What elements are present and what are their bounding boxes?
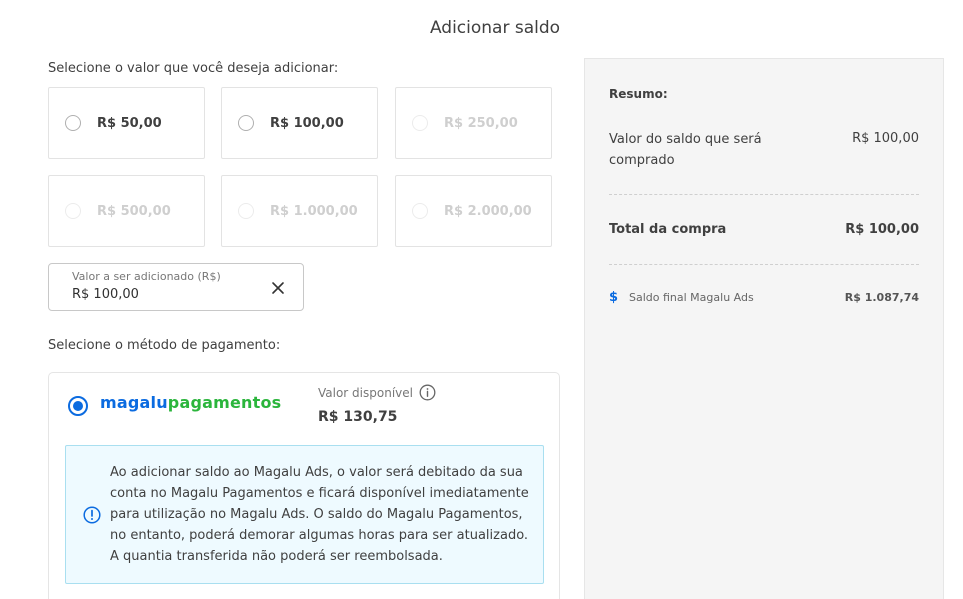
value-option-50[interactable]: R$ 50,00: [48, 87, 205, 159]
radio-circle: [238, 203, 254, 219]
logo-pagamentos-text: pagamentos: [167, 393, 282, 412]
value-option-1000: R$ 1.000,00: [221, 175, 378, 247]
available-value: R$ 130,75: [318, 409, 398, 425]
amount-field[interactable]: Valor a ser adicionado (R$): [48, 263, 304, 311]
notice-text: Ao adicionar saldo ao Magalu Ads, o valo…: [110, 465, 529, 564]
summary-final-row: $ Saldo final Magalu Ads R$ 1.087,74: [609, 290, 919, 305]
radio-circle: [65, 203, 81, 219]
amount-input[interactable]: [72, 287, 252, 302]
info-icon[interactable]: [419, 384, 436, 401]
dollar-icon: $: [609, 290, 619, 305]
radio-circle: [412, 203, 428, 219]
summary-total-label: Total da compra: [609, 222, 727, 237]
value-option-label: R$ 1.000,00: [270, 203, 358, 219]
summary-panel: Resumo: Valor do saldo que será comprado…: [584, 58, 944, 599]
value-option-100[interactable]: R$ 100,00: [221, 87, 378, 159]
radio-circle[interactable]: [65, 115, 81, 131]
summary-divider: [609, 264, 919, 265]
payment-radio-selected[interactable]: [68, 396, 88, 416]
radio-circle: [412, 115, 428, 131]
alert-icon: [83, 506, 101, 524]
summary-title: Resumo:: [609, 87, 668, 101]
summary-divider: [609, 194, 919, 195]
radio-circle[interactable]: [238, 115, 254, 131]
summary-final-label: Saldo final Magalu Ads: [629, 291, 754, 304]
value-section-label: Selecione o valor que você deseja adicio…: [48, 61, 339, 76]
payment-section-label: Selecione o método de pagamento:: [48, 338, 281, 353]
info-notice: Ao adicionar saldo ao Magalu Ads, o valo…: [65, 445, 544, 584]
page-title: Adicionar saldo: [429, 18, 561, 38]
summary-balance-label: Valor do saldo que será comprado: [609, 132, 762, 168]
summary-final-value: R$ 1.087,74: [844, 291, 919, 304]
value-option-label: R$ 100,00: [270, 115, 344, 131]
available-label-text: Valor disponível: [318, 385, 413, 400]
value-option-label: R$ 500,00: [97, 203, 171, 219]
close-icon[interactable]: [269, 279, 287, 297]
payment-method-card[interactable]: magalupagamentos Valor disponível R$ 130…: [48, 372, 560, 599]
logo-magalu-text: magalu: [100, 393, 168, 412]
value-option-500: R$ 500,00: [48, 175, 205, 247]
summary-balance-value: R$ 100,00: [852, 131, 919, 146]
summary-total-value: R$ 100,00: [845, 222, 919, 237]
value-option-250: R$ 250,00: [395, 87, 552, 159]
value-option-2000: R$ 2.000,00: [395, 175, 552, 247]
available-label: Valor disponível: [318, 384, 436, 401]
value-option-label: R$ 50,00: [97, 115, 162, 131]
value-option-label: R$ 2.000,00: [444, 203, 532, 219]
magalu-pagamentos-logo: magalupagamentos: [100, 393, 281, 412]
value-option-label: R$ 250,00: [444, 115, 518, 131]
